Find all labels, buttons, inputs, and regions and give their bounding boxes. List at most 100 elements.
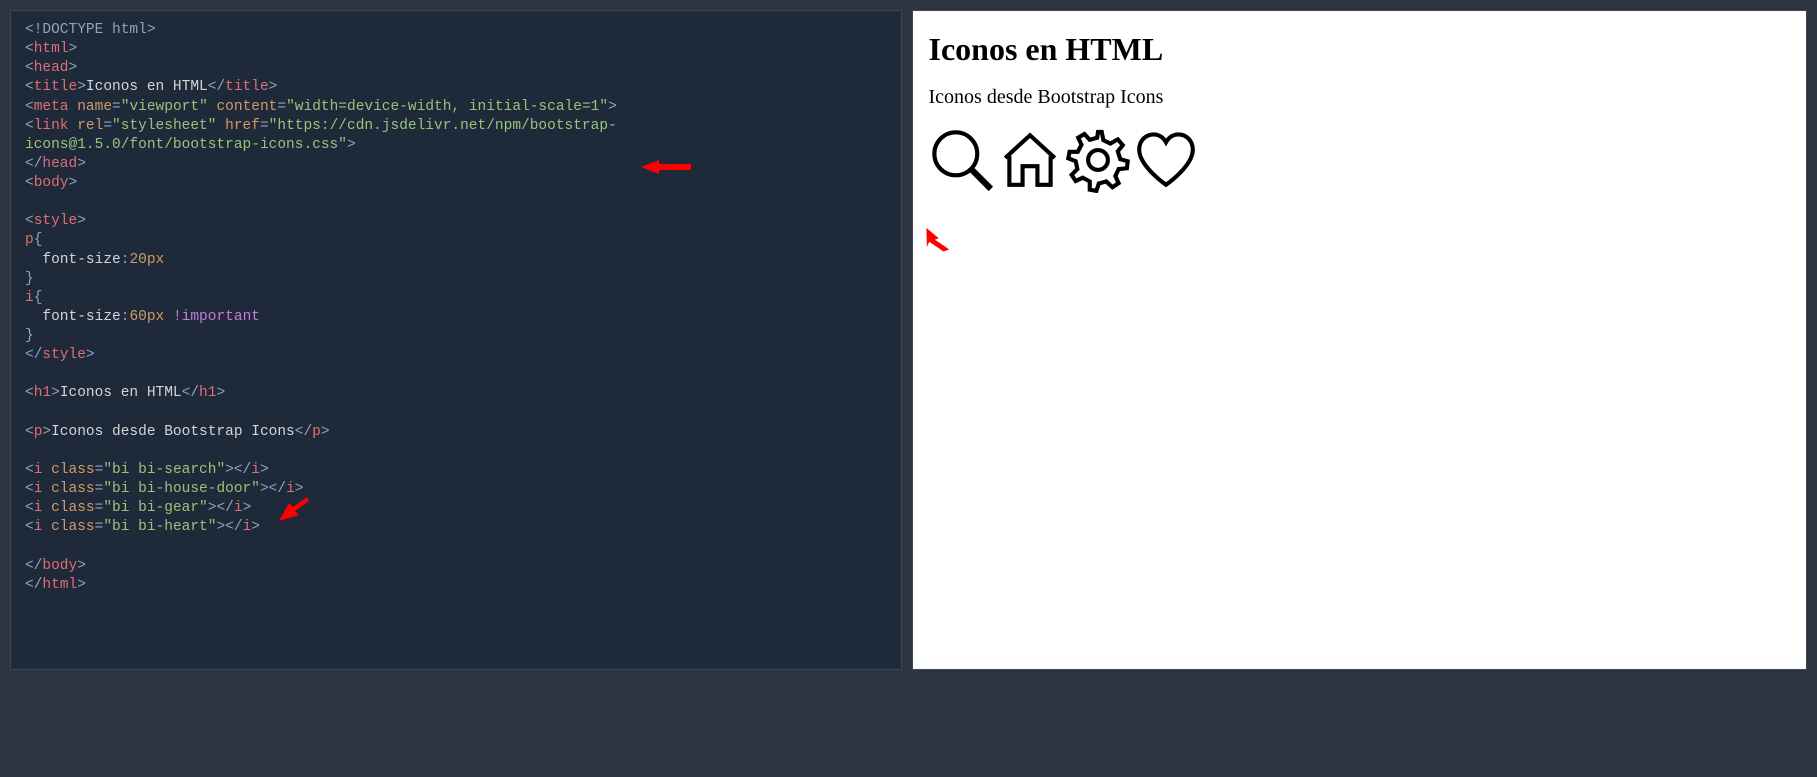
code-token: { [34, 232, 43, 248]
code-token: link [34, 118, 69, 134]
code-token: > [260, 462, 269, 478]
code-token: </ [25, 156, 42, 172]
gear-icon [1065, 127, 1131, 198]
code-token: bi bi-heart [112, 519, 208, 535]
code-token: stylesheet [121, 118, 208, 134]
code-token: < [25, 79, 34, 95]
code-token: <!DOCTYPE html> [25, 22, 156, 38]
code-token: < [25, 175, 34, 191]
code-token: i [34, 500, 43, 516]
code-token: > [251, 519, 260, 535]
code-token: < [25, 99, 34, 115]
code-token: " [103, 462, 112, 478]
code-token: > [77, 156, 86, 172]
code-token: html [34, 41, 69, 57]
code-token: p [312, 424, 321, 440]
code-token: " [112, 118, 121, 134]
code-token: !important [173, 309, 260, 325]
code-token: </ [208, 79, 225, 95]
code-token: </ [25, 577, 42, 593]
code-token: title [225, 79, 269, 95]
code-token: < [25, 118, 34, 134]
code-token: p [25, 232, 34, 248]
preview-pane: Iconos en HTML Iconos desde Bootstrap Ic… [912, 10, 1808, 670]
code-token: " [208, 118, 217, 134]
code-token: " [103, 500, 112, 516]
code-token: head [42, 156, 77, 172]
house-icon [997, 127, 1063, 198]
code-token: https://cdn.jsdelivr.net/npm/bootstrap- [277, 118, 616, 134]
page-title: Iconos en HTML [929, 31, 1791, 68]
code-editor[interactable]: <!DOCTYPE html> <html> <head> <title>Ico… [10, 10, 902, 670]
code-token: style [34, 213, 78, 229]
code-token: < [25, 213, 34, 229]
code-token: width=device-width, initial-scale=1 [295, 99, 600, 115]
code-token: " [103, 481, 112, 497]
code-token: class [51, 519, 95, 535]
code-token: ></ [225, 462, 251, 478]
code-token: bi bi-search [112, 462, 216, 478]
code-token: ></ [208, 500, 234, 516]
code-token: > [51, 385, 60, 401]
code-token: bi bi-house-door [112, 481, 251, 497]
code-token: body [34, 175, 69, 191]
code-token: " [199, 500, 208, 516]
code-token: class [51, 481, 95, 497]
code-token: i [34, 462, 43, 478]
code-token: ></ [260, 481, 286, 497]
code-token: i [234, 500, 243, 516]
code-token: > [321, 424, 330, 440]
icon-row [929, 127, 1791, 198]
code-token: rel [77, 118, 103, 134]
code-token: < [25, 519, 34, 535]
code-token: = [277, 99, 286, 115]
code-token: Iconos en HTML [60, 385, 182, 401]
code-token: " [103, 519, 112, 535]
code-token: > [77, 558, 86, 574]
code-token: i [251, 462, 260, 478]
code-token: > [608, 99, 617, 115]
code-token: < [25, 60, 34, 76]
code-token: icons@1.5.0/font/bootstrap-icons.css [25, 137, 338, 153]
code-token: head [34, 60, 69, 76]
code-token: = [112, 99, 121, 115]
code-token: { [34, 290, 43, 306]
code-token: title [34, 79, 78, 95]
code-token: </ [25, 347, 42, 363]
code-token: " [599, 99, 608, 115]
code-token: style [42, 347, 86, 363]
code-token: < [25, 41, 34, 57]
code-token: name [77, 99, 112, 115]
page-subtitle: Iconos desde Bootstrap Icons [929, 86, 1791, 109]
code-token: < [25, 424, 34, 440]
code-token: > [69, 60, 78, 76]
code-token: > [347, 137, 356, 153]
code-token: i [34, 481, 43, 497]
code-token: > [295, 481, 304, 497]
code-token: } [25, 271, 34, 287]
code-token: font-size [42, 309, 120, 325]
code-token: class [51, 500, 95, 516]
split-view: <!DOCTYPE html> <html> <head> <title>Ico… [10, 10, 1807, 670]
code-token: meta [34, 99, 69, 115]
code-token: Iconos desde Bootstrap Icons [51, 424, 295, 440]
code-token: h1 [199, 385, 216, 401]
code-token: < [25, 385, 34, 401]
code-token: = [260, 118, 269, 134]
code-token: </ [295, 424, 312, 440]
code-token: Iconos en HTML [86, 79, 208, 95]
code-token: bi bi-gear [112, 500, 199, 516]
code-token: content [216, 99, 277, 115]
code-token: > [216, 385, 225, 401]
annotation-arrow-icon [279, 459, 331, 562]
code-token: " [338, 137, 347, 153]
code-token: html [42, 577, 77, 593]
code-token: > [69, 175, 78, 191]
heart-icon [1133, 127, 1199, 198]
code-token: i [243, 519, 252, 535]
code-token: 60px [129, 309, 164, 325]
code-token: i [286, 481, 295, 497]
code-token: < [25, 481, 34, 497]
code-token: " [251, 481, 260, 497]
code-token: > [77, 213, 86, 229]
